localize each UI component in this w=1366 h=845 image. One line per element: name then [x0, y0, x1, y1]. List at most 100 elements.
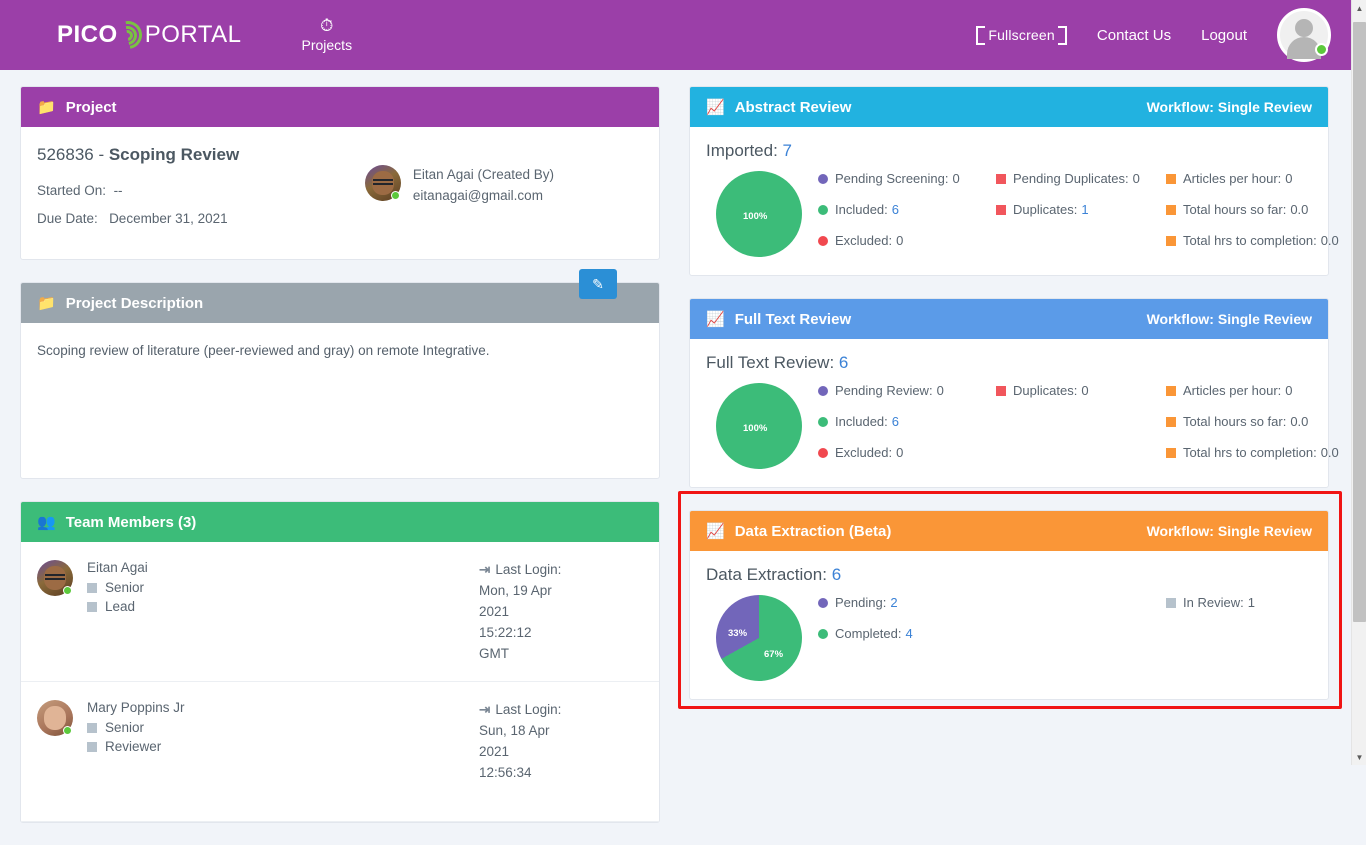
legend-item: Pending Review: 0 [818, 383, 996, 398]
legend-item: Pending Screening: 0 [818, 171, 996, 186]
legend-label: Total hrs to completion: [1183, 445, 1317, 460]
legend-marker-icon [1166, 447, 1176, 458]
last-login-label: Last Login: [495, 702, 562, 717]
due-date-value: December 31, 2021 [109, 211, 228, 226]
online-status-indicator [63, 726, 72, 735]
abstract-review-legend: Pending Screening: 0 Included: 6 Exclude… [818, 167, 1339, 248]
top-navigation-bar: PICO PORTAL ⏱ Projects Fullscreen Contac… [0, 0, 1351, 70]
legend-item: Included: 6 [818, 414, 996, 429]
logo-pico-text: PICO [57, 21, 118, 48]
abstract-review-card: 📈 Abstract Review Workflow: Single Revie… [689, 86, 1339, 276]
full-text-review-header: 📈 Full Text Review Workflow: Single Revi… [690, 299, 1328, 339]
legend-label: Total hrs to completion: [1183, 233, 1317, 248]
legend-marker-icon [1166, 597, 1176, 608]
legend-value: 0.0 [1290, 414, 1309, 429]
owner-email: eitanagai@gmail.com [412, 187, 543, 203]
legend-value: 0 [1132, 171, 1140, 186]
legend-label: Articles per hour: [1183, 383, 1282, 398]
legend-item: Pending Duplicates: 0 [996, 171, 1166, 186]
legend-label: Pending Screening: [835, 171, 949, 186]
project-description-title: Project Description [65, 294, 204, 312]
legend-label: Articles per hour: [1183, 171, 1282, 186]
user-avatar[interactable] [1277, 8, 1331, 62]
project-name: Scoping Review [108, 145, 240, 164]
legend-value: 1 [1081, 202, 1089, 217]
project-card-body: 526836 - Scoping Review Started On: -- D… [21, 127, 659, 259]
team-member-name: Eitan Agai [87, 560, 148, 575]
full-text-review-title: Full Text Review [734, 310, 852, 328]
scroll-down-arrow-icon[interactable]: ▼ [1352, 749, 1366, 765]
legend-marker-icon [818, 173, 828, 184]
legend-value: 0 [896, 445, 904, 460]
data-extraction-value: 6 [831, 565, 842, 584]
owner-details: Eitan Agai (Created By) eitanagai@gmail.… [413, 165, 554, 207]
edit-team-member-button[interactable]: ✎ [579, 269, 617, 299]
contact-us-link[interactable]: Contact Us [1097, 27, 1171, 44]
data-extraction-title: Data Extraction (Beta) [734, 522, 892, 540]
table-row: Mary Poppins Jr Senior Reviewer ⇥ Last Lo… [21, 682, 659, 822]
scrollbar-thumb[interactable] [1353, 22, 1366, 622]
team-members-card: 👥 Team Members (3) Eitan Agai Senior Lea… [20, 269, 660, 823]
avatar [37, 560, 73, 596]
project-description-header: 📁 Project Description [21, 283, 659, 323]
owner-avatar [364, 165, 401, 201]
app-logo[interactable]: PICO PORTAL [57, 0, 242, 70]
full-text-review-label: Full Text Review: [706, 353, 835, 372]
last-login-label: Last Login: [495, 562, 562, 577]
role-label: Senior [105, 580, 145, 595]
pie-slice-label: 100% [743, 211, 768, 222]
pie-slice-label-pending: 33% [728, 628, 748, 639]
legend-item: Articles per hour: 0 [1166, 171, 1339, 186]
nav-projects-label: Projects [301, 36, 353, 53]
abstract-review-title: Abstract Review [734, 98, 852, 116]
abstract-review-count: Imported: 7 [706, 141, 1312, 161]
imported-label: Imported: [706, 141, 778, 160]
login-icon: ⇥ [479, 702, 491, 717]
project-description-text: Scoping review of literature (peer-revie… [37, 343, 490, 358]
full-text-review-workflow: Workflow: Single Review [1146, 311, 1312, 327]
legend-label: Pending: [835, 595, 887, 610]
team-members-title: Team Members (3) [65, 513, 197, 531]
legend-label: Included: [835, 414, 888, 429]
started-on-label: Started On: [37, 183, 107, 198]
page-content: 📁 Project 526836 - Scoping Review Starte… [0, 70, 1351, 823]
legend-label: Duplicates: [1013, 383, 1078, 398]
team-member-role: Lead [87, 599, 148, 614]
role-label: Reviewer [105, 739, 162, 754]
abstract-review-pie-chart: 100% [716, 171, 802, 257]
imported-value: 7 [782, 141, 793, 160]
full-text-review-card: 📈 Full Text Review Workflow: Single Revi… [689, 298, 1339, 488]
team-member-name: Mary Poppins Jr [87, 700, 185, 715]
vertical-scrollbar[interactable]: ▲ ▼ [1351, 0, 1366, 765]
project-description-card: 📁 Project Description Scoping review of … [20, 282, 660, 479]
project-card: 📁 Project 526836 - Scoping Review Starte… [20, 86, 660, 260]
legend-item: Excluded: 0 [818, 233, 996, 248]
users-icon: 👥 [37, 514, 56, 531]
bullet-square-icon [87, 722, 97, 733]
legend-item: Pending: 2 [818, 595, 1166, 610]
folder-icon: 📁 [37, 99, 56, 116]
team-member-role: Senior [87, 580, 148, 595]
team-member-info: Mary Poppins Jr Senior Reviewer [87, 700, 185, 754]
legend-value: 6 [891, 202, 899, 217]
legend-value: 0 [1285, 383, 1293, 398]
nav-item-projects[interactable]: ⏱ Projects [301, 16, 353, 53]
legend-label: Excluded: [835, 445, 893, 460]
legend-marker-icon [818, 204, 828, 215]
pie-slice-label-completed: 67% [764, 649, 784, 660]
legend-marker-icon [1166, 416, 1176, 427]
data-extraction-header: 📈 Data Extraction (Beta) Workflow: Singl… [690, 511, 1328, 551]
full-text-review-value: 6 [838, 353, 849, 372]
scroll-up-arrow-icon[interactable]: ▲ [1352, 0, 1366, 16]
logout-link[interactable]: Logout [1201, 27, 1247, 44]
login-icon: ⇥ [479, 562, 491, 577]
fullscreen-button[interactable]: Fullscreen [976, 25, 1067, 45]
legend-label: Total hours so far: [1183, 414, 1287, 429]
legend-label: Duplicates: [1013, 202, 1078, 217]
legend-value: 4 [905, 626, 913, 641]
project-id: 526836 [37, 145, 94, 164]
legend-item: In Review: 1 [1166, 595, 1255, 610]
legend-value: 0.0 [1320, 445, 1339, 460]
table-row: Eitan Agai Senior Lead ⇥ Last Login: Mon,… [21, 542, 659, 682]
legend-marker-icon [996, 173, 1006, 184]
